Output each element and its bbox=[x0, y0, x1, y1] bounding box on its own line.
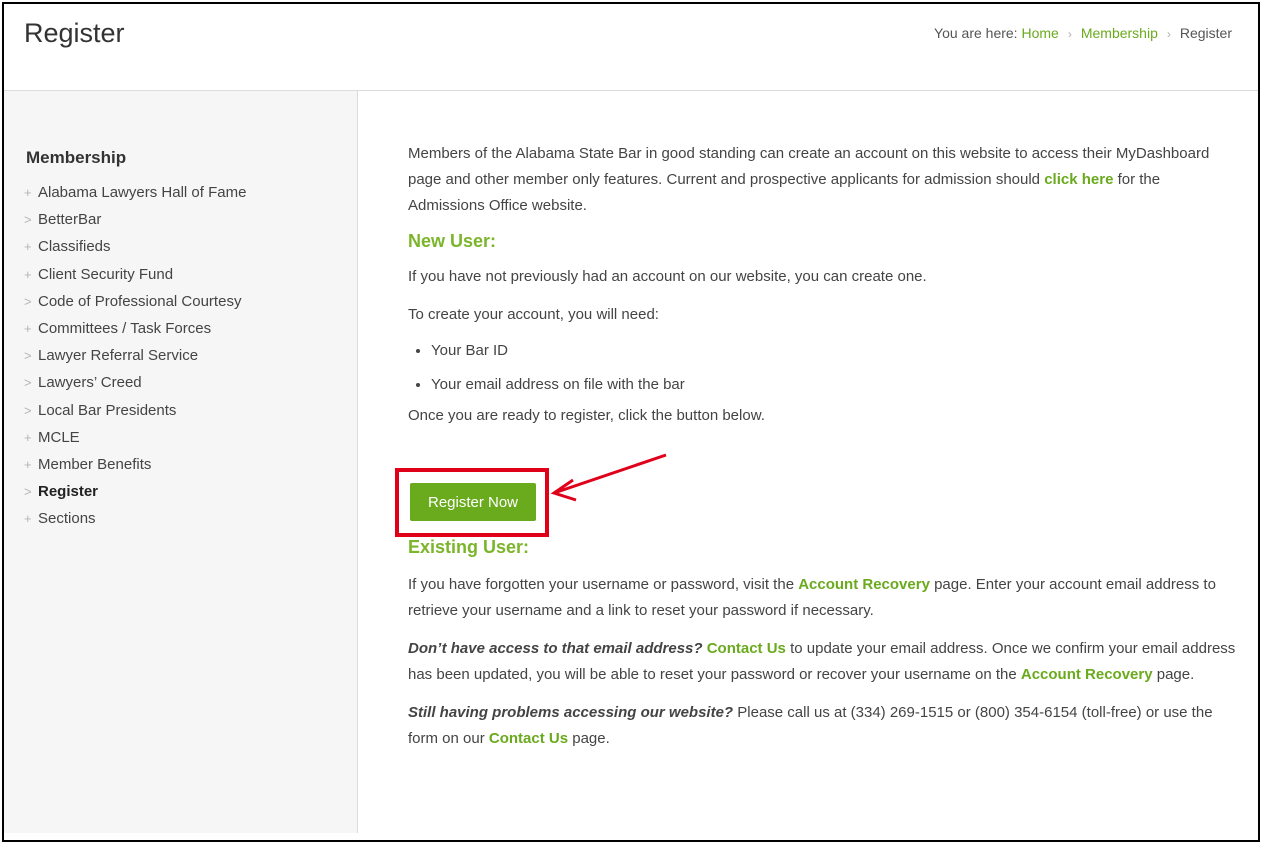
sidebar-item-label: Classifieds bbox=[38, 238, 111, 256]
breadcrumb: You are here: Home › Membership › Register bbox=[934, 25, 1232, 41]
requirements-list: Your Bar ID Your email address on file w… bbox=[408, 338, 1238, 398]
new-user-heading: New User: bbox=[408, 231, 497, 251]
sidebar-item-sections[interactable]: + Sections bbox=[24, 510, 246, 537]
account-recovery-link[interactable]: Account Recovery bbox=[798, 576, 930, 593]
sidebar-item-lawyer-referral-service[interactable]: > Lawyer Referral Service bbox=[24, 347, 246, 374]
plus-icon: + bbox=[24, 266, 32, 282]
breadcrumb-separator-icon: › bbox=[1067, 27, 1072, 41]
plus-icon: + bbox=[24, 511, 32, 527]
account-recovery-link[interactable]: Account Recovery bbox=[1021, 666, 1153, 683]
plus-icon: + bbox=[24, 239, 32, 255]
page-header: Register You are here: Home › Membership › R… bbox=[4, 4, 1258, 91]
sidebar-item-label: Sections bbox=[38, 510, 96, 528]
sidebar-item-label: Register bbox=[38, 483, 99, 501]
no-access-paragraph: Don’t have access to that email address?… bbox=[408, 636, 1238, 688]
sidebar-item-label: Local Bar Presidents bbox=[38, 401, 177, 419]
sidebar-item-betterbar[interactable]: > BetterBar bbox=[24, 211, 246, 238]
sidebar-item-label: Committees / Task Forces bbox=[38, 319, 212, 337]
sidebar-item-label: Client Security Fund bbox=[38, 265, 174, 283]
plus-icon: + bbox=[24, 320, 32, 336]
sidebar-heading: Membership bbox=[26, 148, 127, 167]
contact-us-link[interactable]: Contact Us bbox=[707, 640, 786, 657]
list-item: Your Bar ID bbox=[431, 338, 1238, 364]
sidebar-item-label: MCLE bbox=[38, 428, 80, 446]
sidebar-item-register[interactable]: > Register bbox=[24, 483, 246, 510]
sidebar-item-member-benefits[interactable]: + Member Benefits bbox=[24, 456, 246, 483]
sidebar-item-label: Code of Professional Courtesy bbox=[38, 292, 242, 310]
chevron-right-icon: > bbox=[24, 484, 32, 500]
plus-icon: + bbox=[24, 429, 32, 445]
sidebar-item-label: Member Benefits bbox=[38, 455, 152, 473]
sidebar-item-classifieds[interactable]: + Classifieds bbox=[24, 238, 246, 265]
existing-user-paragraph: If you have forgotten your username or p… bbox=[408, 572, 1238, 624]
still-problems-paragraph: Still having problems accessing our webs… bbox=[408, 700, 1238, 752]
annotation-arrow-icon bbox=[550, 453, 667, 502]
chevron-right-icon: > bbox=[24, 402, 32, 418]
sidebar-item-label: Lawyers’ Creed bbox=[38, 374, 142, 392]
plus-icon: + bbox=[24, 185, 32, 200]
sidebar-item-committees[interactable]: + Committees / Task Forces bbox=[24, 320, 246, 347]
existing-user-heading: Existing User: bbox=[408, 537, 530, 557]
new-user-text: If you have not previously had an accoun… bbox=[408, 268, 927, 285]
list-item: Your email address on file with the bar bbox=[431, 372, 1238, 398]
sidebar-item-label: BetterBar bbox=[38, 211, 102, 229]
sidebar-item-code-of-professional-courtesy[interactable]: > Code of Professional Courtesy bbox=[24, 293, 246, 320]
breadcrumb-home-link[interactable]: Home bbox=[1021, 25, 1058, 41]
requirements-intro: To create your account, you will need: bbox=[408, 306, 659, 323]
chevron-right-icon: > bbox=[24, 348, 32, 364]
chevron-right-icon: > bbox=[24, 212, 32, 228]
still-problems-question: Still having problems accessing our webs… bbox=[408, 704, 734, 721]
page-title: Register bbox=[24, 18, 125, 48]
breadcrumb-separator-icon: › bbox=[1166, 27, 1171, 41]
ready-text: Once you are ready to register, click th… bbox=[408, 407, 765, 424]
breadcrumb-current: Register bbox=[1179, 25, 1232, 41]
highlight-box bbox=[395, 468, 549, 537]
sidebar-item-alabama-lawyers-hall-of-fame[interactable]: + Alabama Lawyers Hall of Fame bbox=[24, 184, 246, 211]
breadcrumb-membership-link[interactable]: Membership bbox=[1081, 25, 1158, 41]
sidebar-item-label: Alabama Lawyers Hall of Fame bbox=[38, 184, 247, 201]
contact-us-link[interactable]: Contact Us bbox=[489, 730, 568, 747]
existing-text: If you have forgotten your username or p… bbox=[408, 576, 795, 593]
breadcrumb-prefix: You are here: bbox=[934, 25, 1018, 41]
sidebar-item-client-security-fund[interactable]: + Client Security Fund bbox=[24, 266, 246, 293]
sidebar-nav: + Alabama Lawyers Hall of Fame > BetterBar… bbox=[24, 184, 246, 537]
sidebar-item-label: Lawyer Referral Service bbox=[38, 347, 199, 365]
chevron-right-icon: > bbox=[24, 293, 32, 309]
sidebar-item-mcle[interactable]: + MCLE bbox=[24, 429, 246, 456]
admissions-click-here-link[interactable]: click here bbox=[1044, 171, 1113, 188]
sidebar-item-local-bar-presidents[interactable]: > Local Bar Presidents bbox=[24, 402, 246, 429]
chevron-right-icon: > bbox=[24, 375, 32, 391]
sidebar-item-lawyers-creed[interactable]: > Lawyers’ Creed bbox=[24, 374, 246, 401]
plus-icon: + bbox=[24, 456, 32, 472]
page-word: page. bbox=[572, 730, 610, 747]
sidebar: Membership + Alabama Lawyers Hall of Fame… bbox=[4, 91, 358, 833]
no-access-question: Don’t have access to that email address? bbox=[408, 640, 703, 657]
intro-paragraph: Members of the Alabama State Bar in good… bbox=[408, 141, 1238, 219]
page-word: page. bbox=[1156, 666, 1195, 683]
main-content: Members of the Alabama State Bar in good… bbox=[408, 141, 1238, 752]
